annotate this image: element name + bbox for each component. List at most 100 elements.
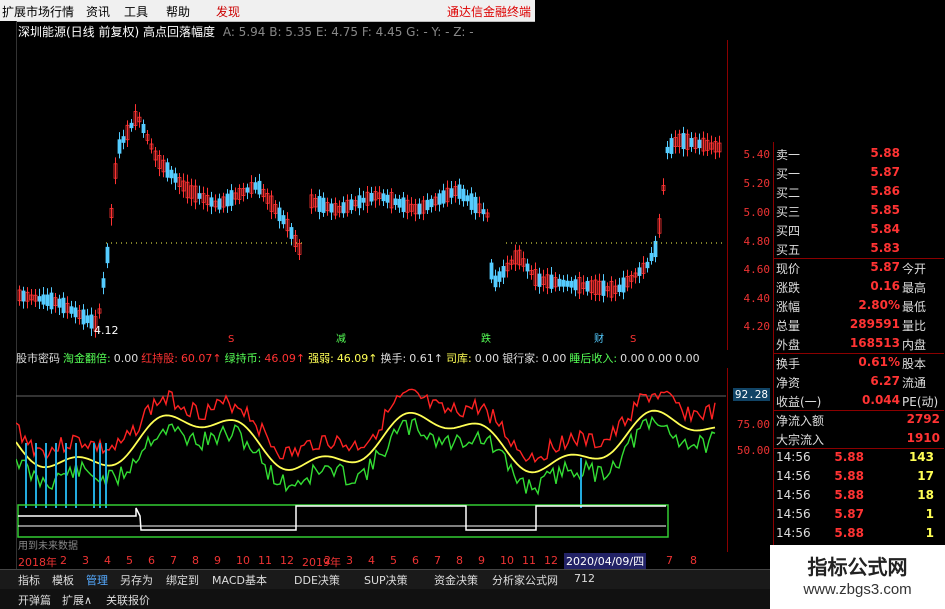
stat-row-label: 外盘	[776, 338, 801, 352]
menu-discover[interactable]: 发现	[216, 3, 240, 20]
zone-box	[17, 504, 669, 538]
candle-body	[393, 198, 398, 206]
formula-tab[interactable]: DDE决策	[294, 572, 340, 588]
stat-row-label2: 最低	[902, 300, 927, 314]
tick-row: 14:56 5.88 17	[774, 469, 944, 486]
candle-body	[45, 294, 50, 306]
formula-tab[interactable]: 模板	[52, 572, 74, 588]
formula-tab[interactable]: 另存为	[120, 572, 153, 588]
tick-price: 5.88	[834, 526, 864, 540]
candle-body	[489, 262, 494, 280]
tick-price: 5.88	[834, 450, 864, 464]
order-row-value: 5.87	[870, 165, 900, 179]
signal-marker: 跌	[481, 332, 491, 345]
stat-row: 涨跌 0.16 最高	[774, 279, 944, 296]
order-row-label: 买三	[776, 205, 801, 219]
candle-body	[525, 263, 530, 272]
indicator-value: 0.00	[647, 352, 673, 365]
candle-body	[537, 273, 542, 287]
candle-body	[449, 188, 454, 198]
watermark-title: 指标公式网	[807, 555, 908, 579]
candle-body	[501, 266, 506, 278]
date-tick: 2	[324, 554, 331, 567]
indicator-value: 0.00	[541, 352, 567, 365]
date-tick: 3	[346, 554, 353, 567]
candle-body	[441, 190, 446, 204]
candle-body	[349, 199, 354, 211]
formula-tab[interactable]: 资金决策	[434, 572, 478, 588]
stat-row-value: 5.87	[870, 260, 900, 274]
price-tick: 5.00	[743, 206, 771, 219]
formula-tab[interactable]: MACD基本	[212, 572, 267, 588]
candle-body	[585, 280, 590, 292]
indicator-chart[interactable]: 用到未来数据	[16, 368, 726, 552]
candle-body	[649, 252, 654, 262]
stat-row-value: 0.61%	[858, 355, 900, 369]
signal-marker: 减	[336, 333, 346, 345]
candle-body	[385, 194, 390, 203]
stat-row: 净资 6.27 流通	[774, 374, 944, 391]
signal-marker: S	[228, 334, 234, 345]
chart-meta: A: 5.94 B: 5.35 E: 4.75 F: 4.45 G: - Y: …	[222, 25, 474, 39]
tick-volume: 17	[917, 469, 934, 483]
order-row: 买五 5.83	[774, 241, 944, 258]
candle-body	[697, 139, 702, 149]
candle-body	[245, 187, 250, 193]
candle-body	[497, 271, 502, 282]
stat-row-value: 168513	[849, 336, 900, 350]
candle-body	[69, 306, 74, 314]
stat-row-label2: 今开	[902, 262, 927, 276]
formula-tab[interactable]: 指标	[18, 572, 40, 588]
bottom-tab[interactable]: 开弹篇	[18, 592, 51, 608]
bottom-tab[interactable]: 关联报价	[106, 592, 150, 608]
current-date: 2020/04/09/四	[564, 553, 647, 569]
formula-tab[interactable]: 分析家公式网	[492, 572, 558, 588]
bottom-tab[interactable]: 扩展∧	[62, 592, 92, 608]
indicator-value: 换手:	[380, 352, 407, 365]
stat-row: 收益(一) 0.044 PE(动)	[774, 393, 944, 410]
order-row-label: 卖一	[776, 148, 801, 162]
formula-tab[interactable]: SUP决策	[364, 572, 408, 588]
quote-panel: 卖一 5.88 买一 5.87 买二 5.86 买三 5.85 买四 5.84 买五 5.83 现价 5.…	[773, 142, 944, 557]
stat-row-label: 现价	[776, 262, 801, 276]
tick-time: 14:56	[776, 507, 811, 521]
candle-body	[173, 173, 178, 183]
flow-row: 大宗流入 1910	[774, 431, 944, 448]
stat-row-label2: 流通	[902, 376, 927, 390]
formula-tab[interactable]: 绑定到	[166, 572, 199, 588]
candle-body	[21, 290, 26, 302]
menu-market[interactable]: 扩展市场行情	[2, 3, 74, 20]
candle-body	[41, 294, 46, 305]
formula-tab[interactable]: 管理	[86, 572, 108, 588]
formula-tab[interactable]: 712	[574, 572, 595, 585]
divider	[774, 448, 944, 449]
tick-row: 14:56 5.88 143	[774, 450, 944, 467]
candle-body	[253, 182, 258, 190]
date-tick: 7	[170, 554, 177, 567]
candle-body	[209, 197, 214, 207]
candle-body	[361, 197, 366, 203]
price-tick: 5.20	[743, 177, 771, 190]
menu-tools[interactable]: 工具	[124, 3, 148, 20]
tick-volume: 143	[908, 450, 934, 464]
date-tick: 2018年	[18, 556, 57, 569]
candle-body	[117, 139, 122, 154]
menu-news[interactable]: 资讯	[86, 3, 110, 20]
tick-time: 14:56	[776, 450, 811, 464]
candle-body	[381, 193, 386, 202]
indicator-axis: 92.28 75.00 50.00	[727, 368, 774, 552]
stat-row: 现价 5.87 今开	[774, 260, 944, 277]
terminal-link[interactable]: 通达信金融终端	[447, 3, 531, 20]
indicator-value: 0.00	[474, 352, 500, 365]
stat-row: 外盘 168513 内盘	[774, 336, 944, 353]
candle-body	[561, 279, 566, 287]
indicator-value: 强弱:	[308, 352, 334, 365]
tick-row: 14:56 5.88 1	[774, 526, 944, 543]
indicator-value: 46.09↑	[264, 352, 306, 365]
menu-help[interactable]: 帮助	[166, 3, 190, 20]
date-tick: 5	[390, 554, 397, 567]
candlestick-chart[interactable]: 4.12 S 减 跌 财 S	[16, 40, 726, 350]
date-tick: 12	[280, 554, 294, 567]
stat-row-value: 0.16	[870, 279, 900, 293]
strong-line	[16, 388, 716, 464]
